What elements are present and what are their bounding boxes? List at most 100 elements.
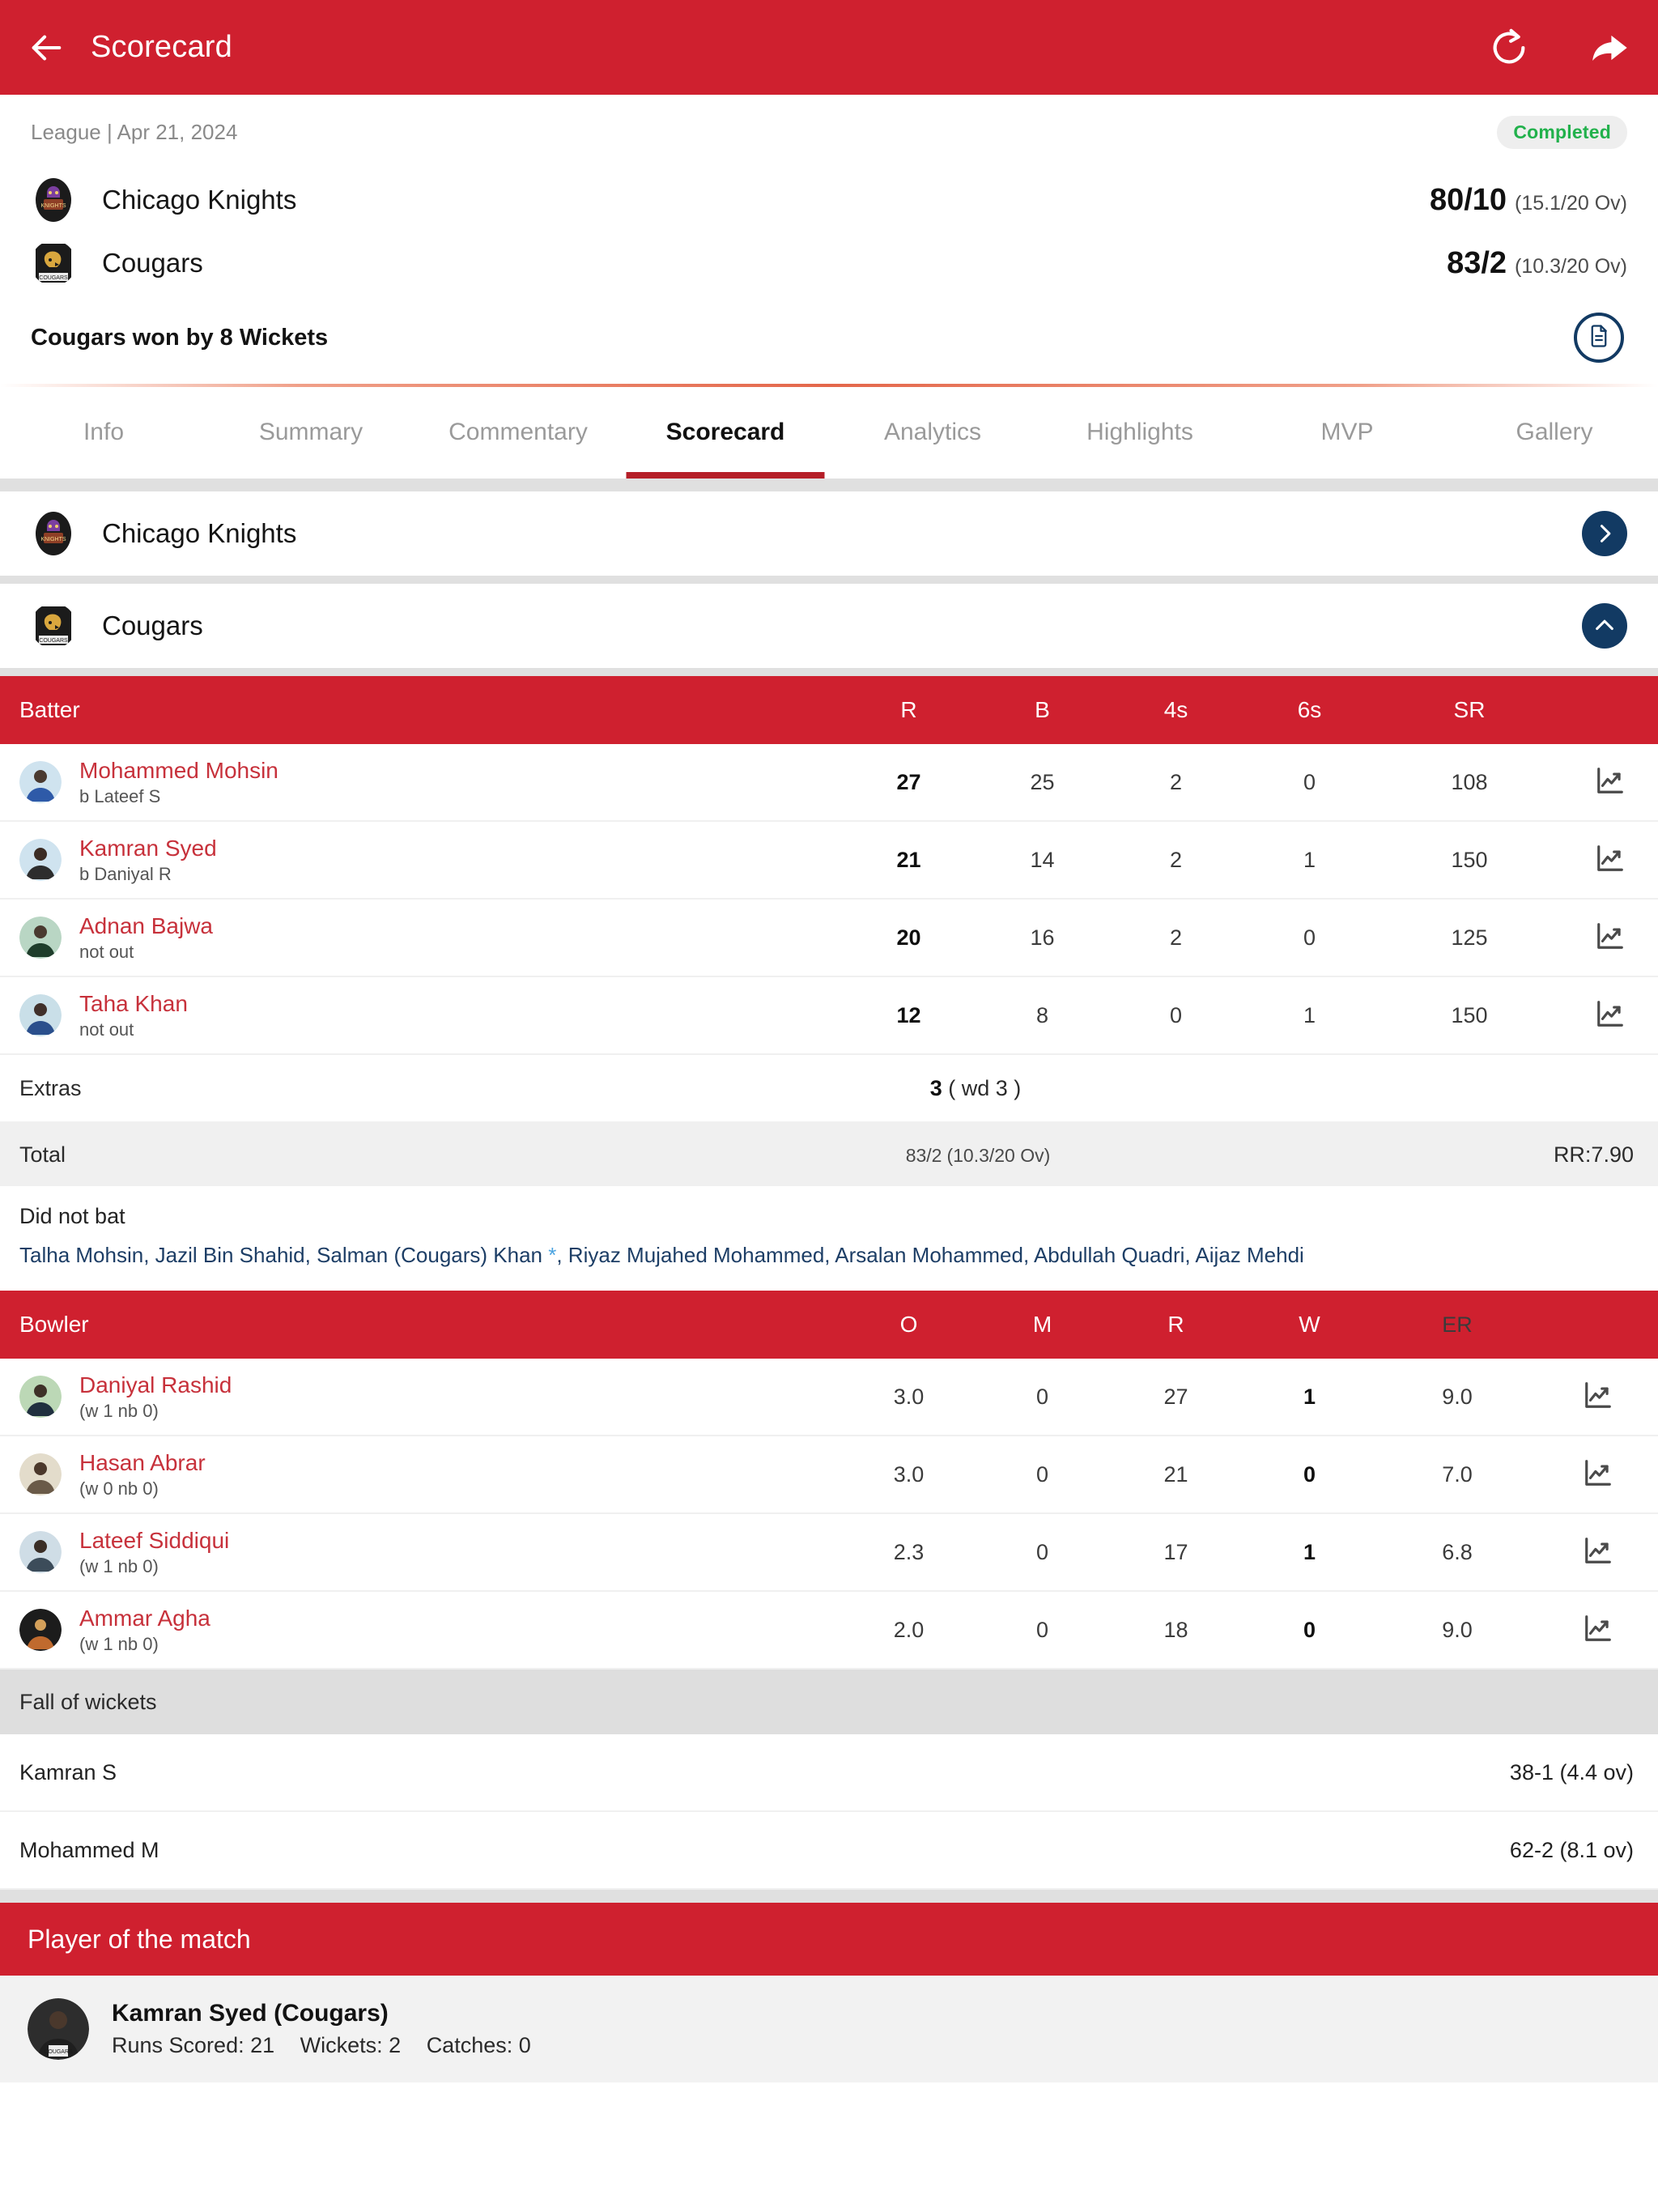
summary-team-name-2: Cougars xyxy=(102,248,203,278)
did-not-bat-names[interactable]: Talha Mohsin, Jazil Bin Shahid, Salman (… xyxy=(19,1240,1639,1270)
total-score: 83/2 (10.3/20 Ov) xyxy=(842,1142,1109,1168)
batter-chart-button[interactable] xyxy=(1562,843,1658,878)
svg-text:KNIGHTS: KNIGHTS xyxy=(40,203,66,209)
innings-toggle-cougars[interactable]: COUGARS Cougars xyxy=(0,584,1658,668)
player-of-the-match-card[interactable]: COUGARS Kamran Syed (Cougars) Runs Score… xyxy=(0,1976,1658,2083)
batter-strike-rate: 150 xyxy=(1451,1002,1488,1027)
table-row[interactable]: Ammar Agha (w 1 nb 0) 2.0 0 18 0 9.0 xyxy=(0,1592,1658,1670)
line-chart-icon xyxy=(1595,843,1626,878)
app-bar-actions xyxy=(1488,27,1630,69)
page-bottom-space xyxy=(0,2082,1658,2212)
batter-chart-button[interactable] xyxy=(1562,765,1658,800)
share-icon[interactable] xyxy=(1588,27,1630,69)
bowler-name[interactable]: Ammar Agha xyxy=(79,1606,210,1631)
bowling-col-runs: R xyxy=(1167,1312,1184,1338)
table-row[interactable]: Daniyal Rashid (w 1 nb 0) 3.0 0 27 1 9.0 xyxy=(0,1359,1658,1437)
bowler-name[interactable]: Daniyal Rashid xyxy=(79,1372,232,1397)
tab-commentary[interactable]: Commentary xyxy=(414,385,622,479)
bowler-cell: Daniyal Rashid (w 1 nb 0) xyxy=(0,1372,842,1422)
batter-runs: 27 xyxy=(896,769,921,794)
back-arrow-icon[interactable] xyxy=(28,29,65,66)
summary-team-score-2: 83/2 (10.3/20 Ov) xyxy=(1447,246,1627,281)
bowler-economy: 9.0 xyxy=(1442,1617,1473,1642)
extras-row: Extras 3 ( wd 3 ) xyxy=(0,1055,1658,1123)
bowler-runs: 18 xyxy=(1163,1617,1188,1642)
bowler-name[interactable]: Hasan Abrar xyxy=(79,1450,206,1475)
svg-text:COUGARS: COUGARS xyxy=(44,2049,73,2055)
player-of-the-match-info: Kamran Syed (Cougars) Runs Scored: 21 Wi… xyxy=(112,1997,551,2061)
bowler-economy: 7.0 xyxy=(1442,1461,1473,1487)
tab-mvp[interactable]: MVP xyxy=(1244,385,1451,479)
table-row[interactable]: Hasan Abrar (w 0 nb 0) 3.0 0 21 0 7.0 xyxy=(0,1436,1658,1515)
batter-name[interactable]: Mohammed Mohsin xyxy=(79,758,278,783)
batting-divider xyxy=(0,668,1658,676)
bowler-extras: (w 1 nb 0) xyxy=(79,1401,159,1422)
tab-gallery[interactable]: Gallery xyxy=(1451,385,1658,479)
fall-of-wickets-header: Fall of wickets xyxy=(0,1670,1658,1735)
bowler-chart-button[interactable] xyxy=(1538,1457,1658,1492)
batter-fours: 0 xyxy=(1169,1002,1183,1027)
tab-info[interactable]: Info xyxy=(0,385,207,479)
batter-runs: 12 xyxy=(896,1002,921,1027)
summary-team-overs-1: (15.1/20 Ov) xyxy=(1515,191,1627,215)
table-row[interactable]: Lateef Siddiqui (w 1 nb 0) 2.3 0 17 1 6.… xyxy=(0,1514,1658,1593)
batter-name[interactable]: Kamran Syed xyxy=(79,836,217,861)
bowler-cell: Hasan Abrar (w 0 nb 0) xyxy=(0,1449,842,1499)
batting-col-sr: SR xyxy=(1453,697,1486,722)
bowler-chart-button[interactable] xyxy=(1538,1380,1658,1414)
batter-chart-button[interactable] xyxy=(1562,921,1658,955)
tab-analytics[interactable]: Analytics xyxy=(829,385,1036,479)
summary-score-value-2: 83/2 xyxy=(1447,245,1507,280)
summary-team-name-1: Chicago Knights xyxy=(102,185,297,215)
status-badge: Completed xyxy=(1497,116,1627,149)
tab-summary[interactable]: Summary xyxy=(207,385,414,479)
avatar xyxy=(19,760,62,803)
batter-chart-button[interactable] xyxy=(1562,998,1658,1033)
batter-name[interactable]: Taha Khan xyxy=(79,991,188,1016)
player-of-the-match-header: Player of the match xyxy=(0,1903,1658,1976)
batter-sixes: 0 xyxy=(1303,925,1316,950)
tab-highlights[interactable]: Highlights xyxy=(1036,385,1244,479)
svg-text:COUGARS: COUGARS xyxy=(39,638,68,644)
summary-team-row-2[interactable]: COUGARS Cougars 83/2 (10.3/20 Ov) xyxy=(31,232,1627,295)
cougars-logo-icon: COUGARS xyxy=(31,240,76,286)
batter-runs: 20 xyxy=(896,925,921,950)
batter-fours: 2 xyxy=(1169,925,1183,950)
chevron-up-icon[interactable] xyxy=(1582,603,1627,649)
summary-team-overs-2: (10.3/20 Ov) xyxy=(1515,254,1627,278)
table-row[interactable]: Mohammed Mohsin b Lateef S 27 25 2 0 108 xyxy=(0,744,1658,822)
bowler-maidens: 0 xyxy=(1035,1617,1049,1642)
app-bar: Scorecard xyxy=(0,0,1658,95)
potm-player-name: Kamran Syed (Cougars) xyxy=(112,2000,389,2027)
fall-of-wickets-row: Mohammed M 62-2 (8.1 ov) xyxy=(0,1812,1658,1891)
refresh-icon[interactable] xyxy=(1488,27,1530,69)
potm-catches: Catches: 0 xyxy=(426,2033,531,2058)
batter-name[interactable]: Adnan Bajwa xyxy=(79,913,213,938)
tab-scorecard[interactable]: Scorecard xyxy=(622,385,829,479)
bowling-col-overs: O xyxy=(899,1312,918,1338)
batter-dismissal: not out xyxy=(79,941,134,962)
bowler-maidens: 0 xyxy=(1035,1461,1049,1487)
bowler-name[interactable]: Lateef Siddiqui xyxy=(79,1528,229,1553)
chevron-right-icon[interactable] xyxy=(1582,511,1627,556)
batting-col-sixes: 6s xyxy=(1297,697,1322,722)
batter-cell: Adnan Bajwa not out xyxy=(0,912,842,963)
table-row[interactable]: Adnan Bajwa not out 20 16 2 0 125 xyxy=(0,900,1658,977)
bowler-maidens: 0 xyxy=(1035,1539,1049,1564)
bowler-wickets: 1 xyxy=(1303,1539,1316,1564)
bowler-chart-button[interactable] xyxy=(1538,1613,1658,1648)
match-report-button[interactable] xyxy=(1574,313,1624,363)
avatar xyxy=(19,838,62,881)
innings-team-name-cougars: Cougars xyxy=(102,610,203,640)
bowler-extras: (w 1 nb 0) xyxy=(79,1556,159,1577)
match-result-text: Cougars won by 8 Wickets xyxy=(31,324,329,351)
extras-value: 3 ( wd 3 ) xyxy=(842,1076,1109,1101)
table-row[interactable]: Kamran Syed b Daniyal R 21 14 2 1 150 xyxy=(0,822,1658,900)
batting-col-runs: R xyxy=(900,697,917,722)
table-row[interactable]: Taha Khan not out 12 8 0 1 150 xyxy=(0,977,1658,1055)
document-report-icon xyxy=(1587,324,1611,352)
innings-toggle-chicago-knights[interactable]: KNIGHTS Chicago Knights xyxy=(0,491,1658,576)
tabs: Info Summary Commentary Scorecard Analyt… xyxy=(0,385,1658,479)
summary-team-row-1[interactable]: KNIGHTS Chicago Knights 80/10 (15.1/20 Ov… xyxy=(31,168,1627,232)
bowler-chart-button[interactable] xyxy=(1538,1535,1658,1570)
